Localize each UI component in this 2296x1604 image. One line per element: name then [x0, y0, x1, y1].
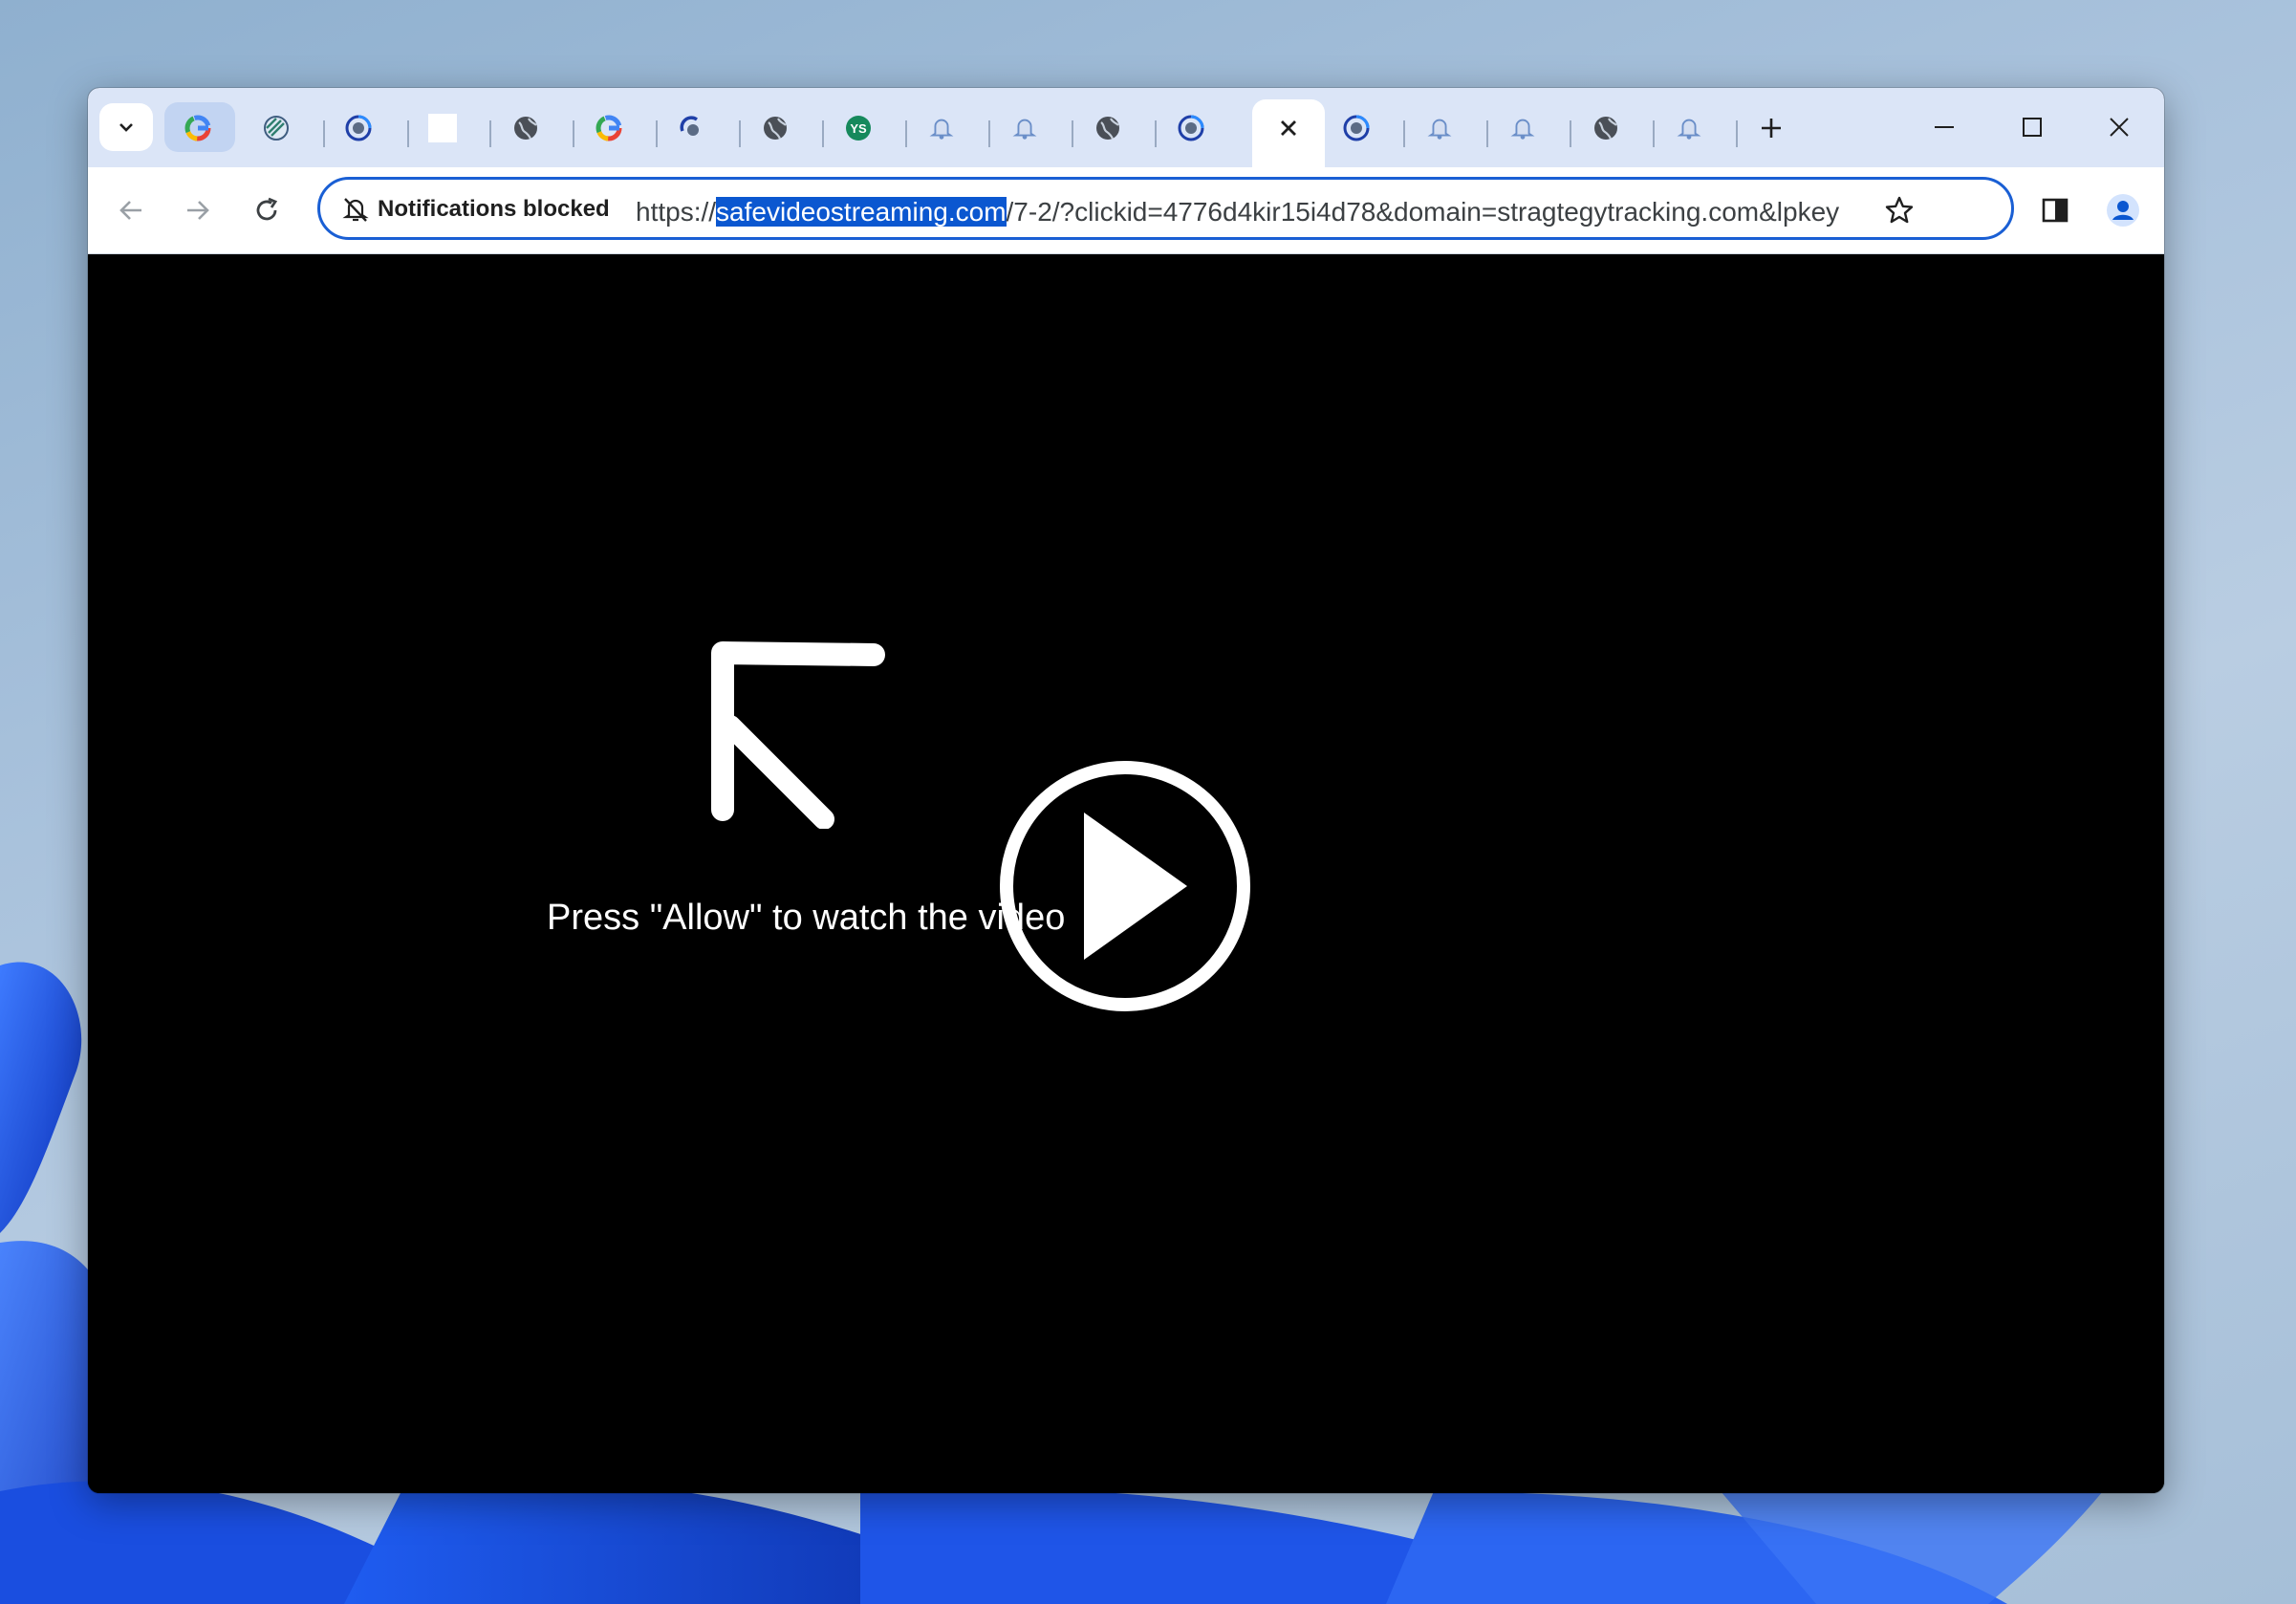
bell-icon[interactable]: [1675, 114, 1703, 142]
toolbar: Notifications blocked https://safevideos…: [88, 167, 2164, 254]
url-text[interactable]: https://safevideostreaming.com/7-2/?clic…: [636, 194, 1863, 230]
globe-icon[interactable]: [511, 114, 540, 142]
address-bar[interactable]: Notifications blocked https://safevideos…: [317, 177, 2014, 240]
close-tab-button[interactable]: [1252, 99, 1325, 157]
minimize-icon: [1935, 126, 1954, 128]
close-window-button[interactable]: [2090, 103, 2148, 151]
close-icon: [2110, 118, 2129, 137]
bookmark-button[interactable]: [1878, 189, 1920, 231]
arrow-left-icon: [119, 201, 141, 220]
bell-icon[interactable]: [1508, 114, 1537, 142]
arrow-up-left-icon: [711, 641, 885, 829]
globe-icon[interactable]: [1094, 114, 1122, 142]
back-button[interactable]: [107, 186, 155, 234]
chevron-down-icon: [119, 123, 133, 132]
arrow-right-icon: [187, 201, 209, 220]
url-path: /7-2/?clickid=4776d4kir15i4d78&domain=st…: [1006, 197, 1840, 227]
play-button[interactable]: [996, 757, 1254, 1015]
globe-icon[interactable]: [761, 114, 790, 142]
bell-off-icon: [342, 198, 369, 222]
google-g-icon[interactable]: [595, 114, 623, 142]
reload-icon: [256, 197, 278, 221]
reload-button[interactable]: [243, 186, 291, 234]
tab-search-button[interactable]: [99, 103, 153, 151]
star-icon: [1885, 196, 1914, 224]
avatar-icon: [2107, 194, 2139, 227]
active-tab[interactable]: [1252, 99, 1325, 168]
globe-icon[interactable]: [1592, 114, 1620, 142]
maximize-button[interactable]: [2004, 103, 2061, 151]
swirl-icon[interactable]: [1177, 114, 1205, 142]
blank-page-icon[interactable]: [428, 114, 457, 142]
side-panel-icon: [2042, 198, 2069, 223]
url-host-selected: safevideostreaming.com: [716, 197, 1007, 227]
plus-icon: [1762, 119, 1781, 138]
forward-button[interactable]: [174, 186, 222, 234]
notifications-blocked-label: Notifications blocked: [378, 196, 610, 222]
side-panel-button[interactable]: [2031, 186, 2079, 234]
swirl-icon[interactable]: [1342, 114, 1371, 142]
green-badge-icon[interactable]: YS: [844, 114, 873, 142]
minimize-button[interactable]: [1916, 103, 1973, 151]
notifications-blocked-chip[interactable]: Notifications blocked: [341, 191, 610, 228]
close-icon: [1281, 120, 1296, 136]
google-g-icon: [184, 114, 212, 142]
bell-icon[interactable]: [927, 114, 956, 142]
striped-globe-icon[interactable]: [262, 114, 291, 142]
bell-icon[interactable]: [1425, 114, 1454, 142]
profile-button[interactable]: [2099, 186, 2147, 234]
browser-window: YS Notifications blocked https://safevid…: [88, 88, 2164, 1493]
allow-instruction-text: Press "Allow" to watch the video: [547, 898, 1066, 938]
loading-spinner-icon[interactable]: [678, 114, 706, 142]
bell-icon[interactable]: [1010, 114, 1039, 142]
maximize-icon: [2023, 118, 2042, 137]
page-content: Press "Allow" to watch the video: [88, 255, 2164, 1493]
new-tab-button[interactable]: [1757, 114, 1786, 142]
url-prefix: https://: [636, 197, 717, 227]
svg-text:YS: YS: [850, 121, 867, 136]
tab-strip: YS: [88, 88, 2164, 168]
swirl-icon[interactable]: [344, 114, 373, 142]
